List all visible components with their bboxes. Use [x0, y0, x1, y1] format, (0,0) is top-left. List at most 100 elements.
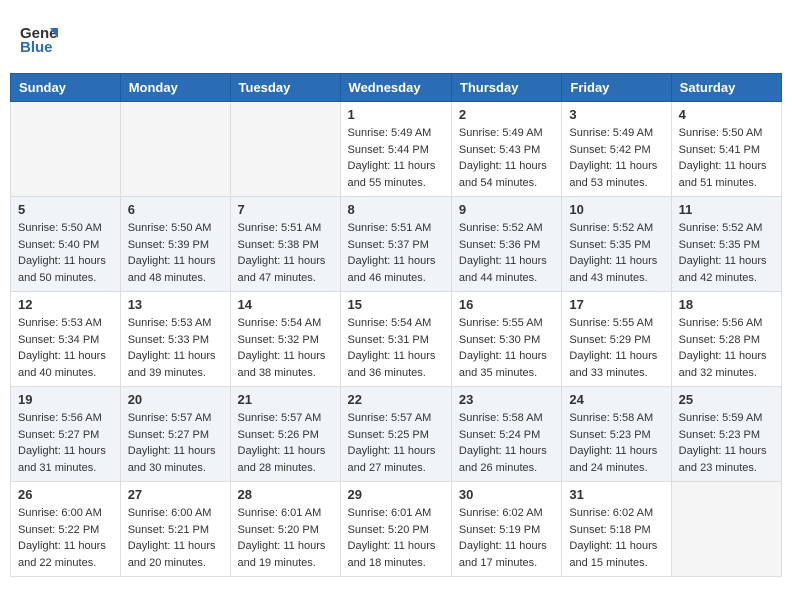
day-header-friday: Friday: [562, 74, 671, 102]
day-number: 7: [238, 202, 333, 217]
day-info: Sunrise: 5:51 AM Sunset: 5:37 PM Dayligh…: [348, 220, 444, 286]
day-info: Sunrise: 5:49 AM Sunset: 5:43 PM Dayligh…: [459, 125, 554, 191]
day-number: 17: [569, 297, 663, 312]
day-info: Sunrise: 6:01 AM Sunset: 5:20 PM Dayligh…: [238, 505, 333, 571]
calendar-cell: 9Sunrise: 5:52 AM Sunset: 5:36 PM Daylig…: [451, 197, 561, 292]
day-info: Sunrise: 6:02 AM Sunset: 5:19 PM Dayligh…: [459, 505, 554, 571]
day-number: 27: [128, 487, 223, 502]
logo-mark: General Blue: [20, 20, 58, 63]
calendar-cell: 11 Sunrise: 5:52 AM Sunset: 5:35 PM Dayli…: [671, 197, 781, 292]
calendar-cell: 24Sunrise: 5:58 AM Sunset: 5:23 PM Dayli…: [562, 387, 671, 482]
calendar-cell: 6 Sunrise: 5:50 AM Sunset: 5:39 PM Daylig…: [120, 197, 230, 292]
day-info: Sunrise: 5:55 AM Sunset: 5:30 PM Dayligh…: [459, 315, 554, 381]
calendar-cell: 15 Sunrise: 5:54 AM Sunset: 5:31 PM Dayli…: [340, 292, 451, 387]
calendar-cell: 16 Sunrise: 5:55 AM Sunset: 5:30 PM Dayli…: [451, 292, 561, 387]
calendar-week-2: 5 Sunrise: 5:50 AM Sunset: 5:40 PM Daylig…: [11, 197, 782, 292]
calendar-cell: 31 Sunrise: 6:02 AM Sunset: 5:18 PM Dayli…: [562, 482, 671, 577]
calendar-cell: 19 Sunrise: 5:56 AM Sunset: 5:27 PM Dayli…: [11, 387, 121, 482]
calendar-cell: 25Sunrise: 5:59 AM Sunset: 5:23 PM Dayli…: [671, 387, 781, 482]
day-number: 9: [459, 202, 554, 217]
day-number: 3: [569, 107, 663, 122]
svg-text:Blue: Blue: [20, 39, 53, 56]
calendar-cell: 20Sunrise: 5:57 AM Sunset: 5:27 PM Dayli…: [120, 387, 230, 482]
day-info: Sunrise: 5:54 AM Sunset: 5:31 PM Dayligh…: [348, 315, 444, 381]
calendar-cell: 21 Sunrise: 5:57 AM Sunset: 5:26 PM Dayli…: [230, 387, 340, 482]
calendar-cell: 7 Sunrise: 5:51 AM Sunset: 5:38 PM Daylig…: [230, 197, 340, 292]
day-number: 26: [18, 487, 113, 502]
day-info: Sunrise: 5:58 AM Sunset: 5:24 PM Dayligh…: [459, 410, 554, 476]
day-number: 16: [459, 297, 554, 312]
day-number: 2: [459, 107, 554, 122]
day-number: 28: [238, 487, 333, 502]
day-number: 22: [348, 392, 444, 407]
day-number: 31: [569, 487, 663, 502]
day-number: 5: [18, 202, 113, 217]
day-info: Sunrise: 6:02 AM Sunset: 5:18 PM Dayligh…: [569, 505, 663, 571]
day-info: Sunrise: 5:57 AM Sunset: 5:27 PM Dayligh…: [128, 410, 223, 476]
calendar-cell: 30Sunrise: 6:02 AM Sunset: 5:19 PM Dayli…: [451, 482, 561, 577]
day-info: Sunrise: 5:52 AM Sunset: 5:35 PM Dayligh…: [569, 220, 663, 286]
day-number: 23: [459, 392, 554, 407]
calendar-cell: 27 Sunrise: 6:00 AM Sunset: 5:21 PM Dayli…: [120, 482, 230, 577]
calendar-cell: [120, 102, 230, 197]
calendar-cell: 17 Sunrise: 5:55 AM Sunset: 5:29 PM Dayli…: [562, 292, 671, 387]
calendar-cell: 23 Sunrise: 5:58 AM Sunset: 5:24 PM Dayli…: [451, 387, 561, 482]
calendar-cell: 4 Sunrise: 5:50 AM Sunset: 5:41 PM Daylig…: [671, 102, 781, 197]
day-number: 21: [238, 392, 333, 407]
day-info: Sunrise: 5:50 AM Sunset: 5:40 PM Dayligh…: [18, 220, 113, 286]
calendar-cell: [230, 102, 340, 197]
calendar-cell: 18Sunrise: 5:56 AM Sunset: 5:28 PM Dayli…: [671, 292, 781, 387]
calendar-week-1: 1 Sunrise: 5:49 AM Sunset: 5:44 PM Daylig…: [11, 102, 782, 197]
calendar-cell: [11, 102, 121, 197]
calendar-cell: 10 Sunrise: 5:52 AM Sunset: 5:35 PM Dayli…: [562, 197, 671, 292]
calendar-cell: 22 Sunrise: 5:57 AM Sunset: 5:25 PM Dayli…: [340, 387, 451, 482]
calendar-cell: 3 Sunrise: 5:49 AM Sunset: 5:42 PM Daylig…: [562, 102, 671, 197]
day-number: 10: [569, 202, 663, 217]
day-info: Sunrise: 5:49 AM Sunset: 5:42 PM Dayligh…: [569, 125, 663, 191]
day-info: Sunrise: 6:00 AM Sunset: 5:21 PM Dayligh…: [128, 505, 223, 571]
calendar-header-row: SundayMondayTuesdayWednesdayThursdayFrid…: [11, 74, 782, 102]
day-number: 1: [348, 107, 444, 122]
day-info: Sunrise: 5:51 AM Sunset: 5:38 PM Dayligh…: [238, 220, 333, 286]
calendar-cell: [671, 482, 781, 577]
day-number: 19: [18, 392, 113, 407]
day-number: 13: [128, 297, 223, 312]
day-number: 15: [348, 297, 444, 312]
day-number: 12: [18, 297, 113, 312]
day-header-sunday: Sunday: [11, 74, 121, 102]
day-header-wednesday: Wednesday: [340, 74, 451, 102]
day-info: Sunrise: 5:49 AM Sunset: 5:44 PM Dayligh…: [348, 125, 444, 191]
day-info: Sunrise: 5:53 AM Sunset: 5:34 PM Dayligh…: [18, 315, 113, 381]
day-info: Sunrise: 5:52 AM Sunset: 5:35 PM Dayligh…: [679, 220, 774, 286]
day-info: Sunrise: 5:50 AM Sunset: 5:39 PM Dayligh…: [128, 220, 223, 286]
day-info: Sunrise: 5:53 AM Sunset: 5:33 PM Dayligh…: [128, 315, 223, 381]
day-info: Sunrise: 6:00 AM Sunset: 5:22 PM Dayligh…: [18, 505, 113, 571]
day-info: Sunrise: 5:56 AM Sunset: 5:27 PM Dayligh…: [18, 410, 113, 476]
day-number: 6: [128, 202, 223, 217]
day-info: Sunrise: 5:50 AM Sunset: 5:41 PM Dayligh…: [679, 125, 774, 191]
calendar-cell: 14Sunrise: 5:54 AM Sunset: 5:32 PM Dayli…: [230, 292, 340, 387]
calendar-cell: 26 Sunrise: 6:00 AM Sunset: 5:22 PM Dayli…: [11, 482, 121, 577]
day-info: Sunrise: 5:57 AM Sunset: 5:26 PM Dayligh…: [238, 410, 333, 476]
calendar-cell: 2 Sunrise: 5:49 AM Sunset: 5:43 PM Daylig…: [451, 102, 561, 197]
calendar-cell: 12 Sunrise: 5:53 AM Sunset: 5:34 PM Dayli…: [11, 292, 121, 387]
day-number: 4: [679, 107, 774, 122]
day-info: Sunrise: 5:59 AM Sunset: 5:23 PM Dayligh…: [679, 410, 774, 476]
calendar-cell: 1 Sunrise: 5:49 AM Sunset: 5:44 PM Daylig…: [340, 102, 451, 197]
day-info: Sunrise: 6:01 AM Sunset: 5:20 PM Dayligh…: [348, 505, 444, 571]
calendar-cell: 8Sunrise: 5:51 AM Sunset: 5:37 PM Daylig…: [340, 197, 451, 292]
calendar-cell: 29Sunrise: 6:01 AM Sunset: 5:20 PM Dayli…: [340, 482, 451, 577]
calendar-week-5: 26 Sunrise: 6:00 AM Sunset: 5:22 PM Dayli…: [11, 482, 782, 577]
day-number: 11: [679, 202, 774, 217]
page-header: General Blue: [10, 10, 782, 68]
day-header-thursday: Thursday: [451, 74, 561, 102]
day-number: 18: [679, 297, 774, 312]
day-number: 24: [569, 392, 663, 407]
day-info: Sunrise: 5:57 AM Sunset: 5:25 PM Dayligh…: [348, 410, 444, 476]
day-header-monday: Monday: [120, 74, 230, 102]
calendar-cell: 13 Sunrise: 5:53 AM Sunset: 5:33 PM Dayli…: [120, 292, 230, 387]
day-header-saturday: Saturday: [671, 74, 781, 102]
calendar-week-3: 12 Sunrise: 5:53 AM Sunset: 5:34 PM Dayli…: [11, 292, 782, 387]
day-info: Sunrise: 5:55 AM Sunset: 5:29 PM Dayligh…: [569, 315, 663, 381]
calendar-cell: 5 Sunrise: 5:50 AM Sunset: 5:40 PM Daylig…: [11, 197, 121, 292]
